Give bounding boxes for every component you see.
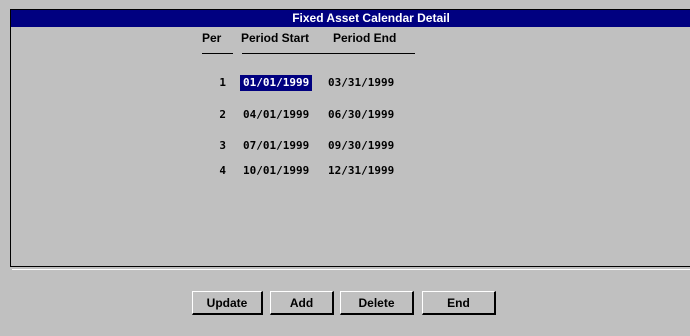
header-underline-per: [202, 53, 233, 54]
row-3-period-end-field[interactable]: 09/30/1999: [325, 138, 397, 154]
calendar-detail-panel: Fixed Asset Calendar Detail Per Period S…: [10, 9, 690, 267]
row-1-per: 1: [219, 76, 226, 89]
add-button[interactable]: Add: [270, 291, 334, 315]
column-header-period-start: Period Start: [241, 31, 310, 45]
row-4-per: 4: [219, 164, 226, 177]
row-1-period-end-field[interactable]: 03/31/1999: [325, 75, 397, 91]
panel-divider: [12, 269, 690, 270]
column-header-period-end: Period End: [333, 31, 397, 45]
row-2-period-start-field[interactable]: 04/01/1999: [240, 107, 312, 123]
end-button[interactable]: End: [422, 291, 496, 315]
header-underline-periods: [242, 53, 415, 54]
delete-button[interactable]: Delete: [340, 291, 414, 315]
row-3-period-start-field[interactable]: 07/01/1999: [240, 138, 312, 154]
screen: Fixed Asset Calendar Detail Per Period S…: [0, 0, 690, 336]
row-3-per: 3: [219, 139, 226, 152]
update-button[interactable]: Update: [192, 291, 263, 315]
row-2-period-end-field[interactable]: 06/30/1999: [325, 107, 397, 123]
panel-title: Fixed Asset Calendar Detail: [11, 10, 690, 27]
row-2-per: 2: [219, 108, 226, 121]
column-header-per: Per: [202, 31, 222, 45]
row-4-period-end-field[interactable]: 12/31/1999: [325, 163, 397, 179]
row-1-period-start-field[interactable]: 01/01/1999: [240, 75, 313, 91]
row-4-period-start-field[interactable]: 10/01/1999: [240, 163, 312, 179]
